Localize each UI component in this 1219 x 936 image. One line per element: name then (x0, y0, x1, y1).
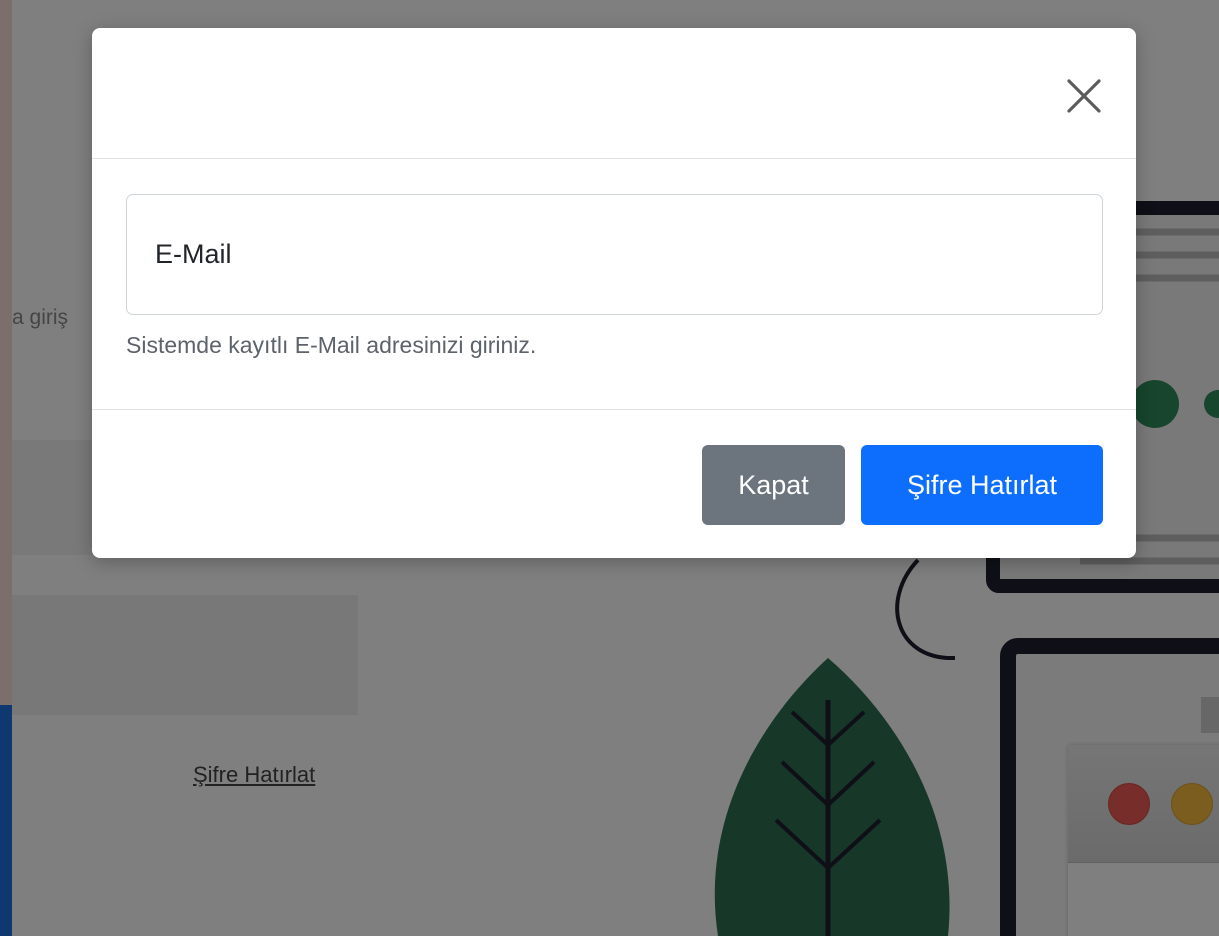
modal-header (92, 28, 1136, 159)
email-input[interactable] (126, 194, 1103, 315)
page: a giriş Şifre Hatırlat (0, 0, 1219, 936)
close-modal-button[interactable]: Kapat (702, 445, 845, 525)
modal-footer: Kapat Şifre Hatırlat (92, 410, 1136, 558)
email-help-text: Sistemde kayıtlı E-Mail adresinizi girin… (126, 332, 537, 358)
send-reminder-button[interactable]: Şifre Hatırlat (861, 445, 1103, 525)
modal-body: Sistemde kayıtlı E-Mail adresinizi girin… (92, 159, 1136, 410)
close-button[interactable] (1062, 74, 1106, 118)
forgot-password-modal: Sistemde kayıtlı E-Mail adresinizi girin… (92, 28, 1136, 558)
close-icon (1067, 79, 1101, 113)
